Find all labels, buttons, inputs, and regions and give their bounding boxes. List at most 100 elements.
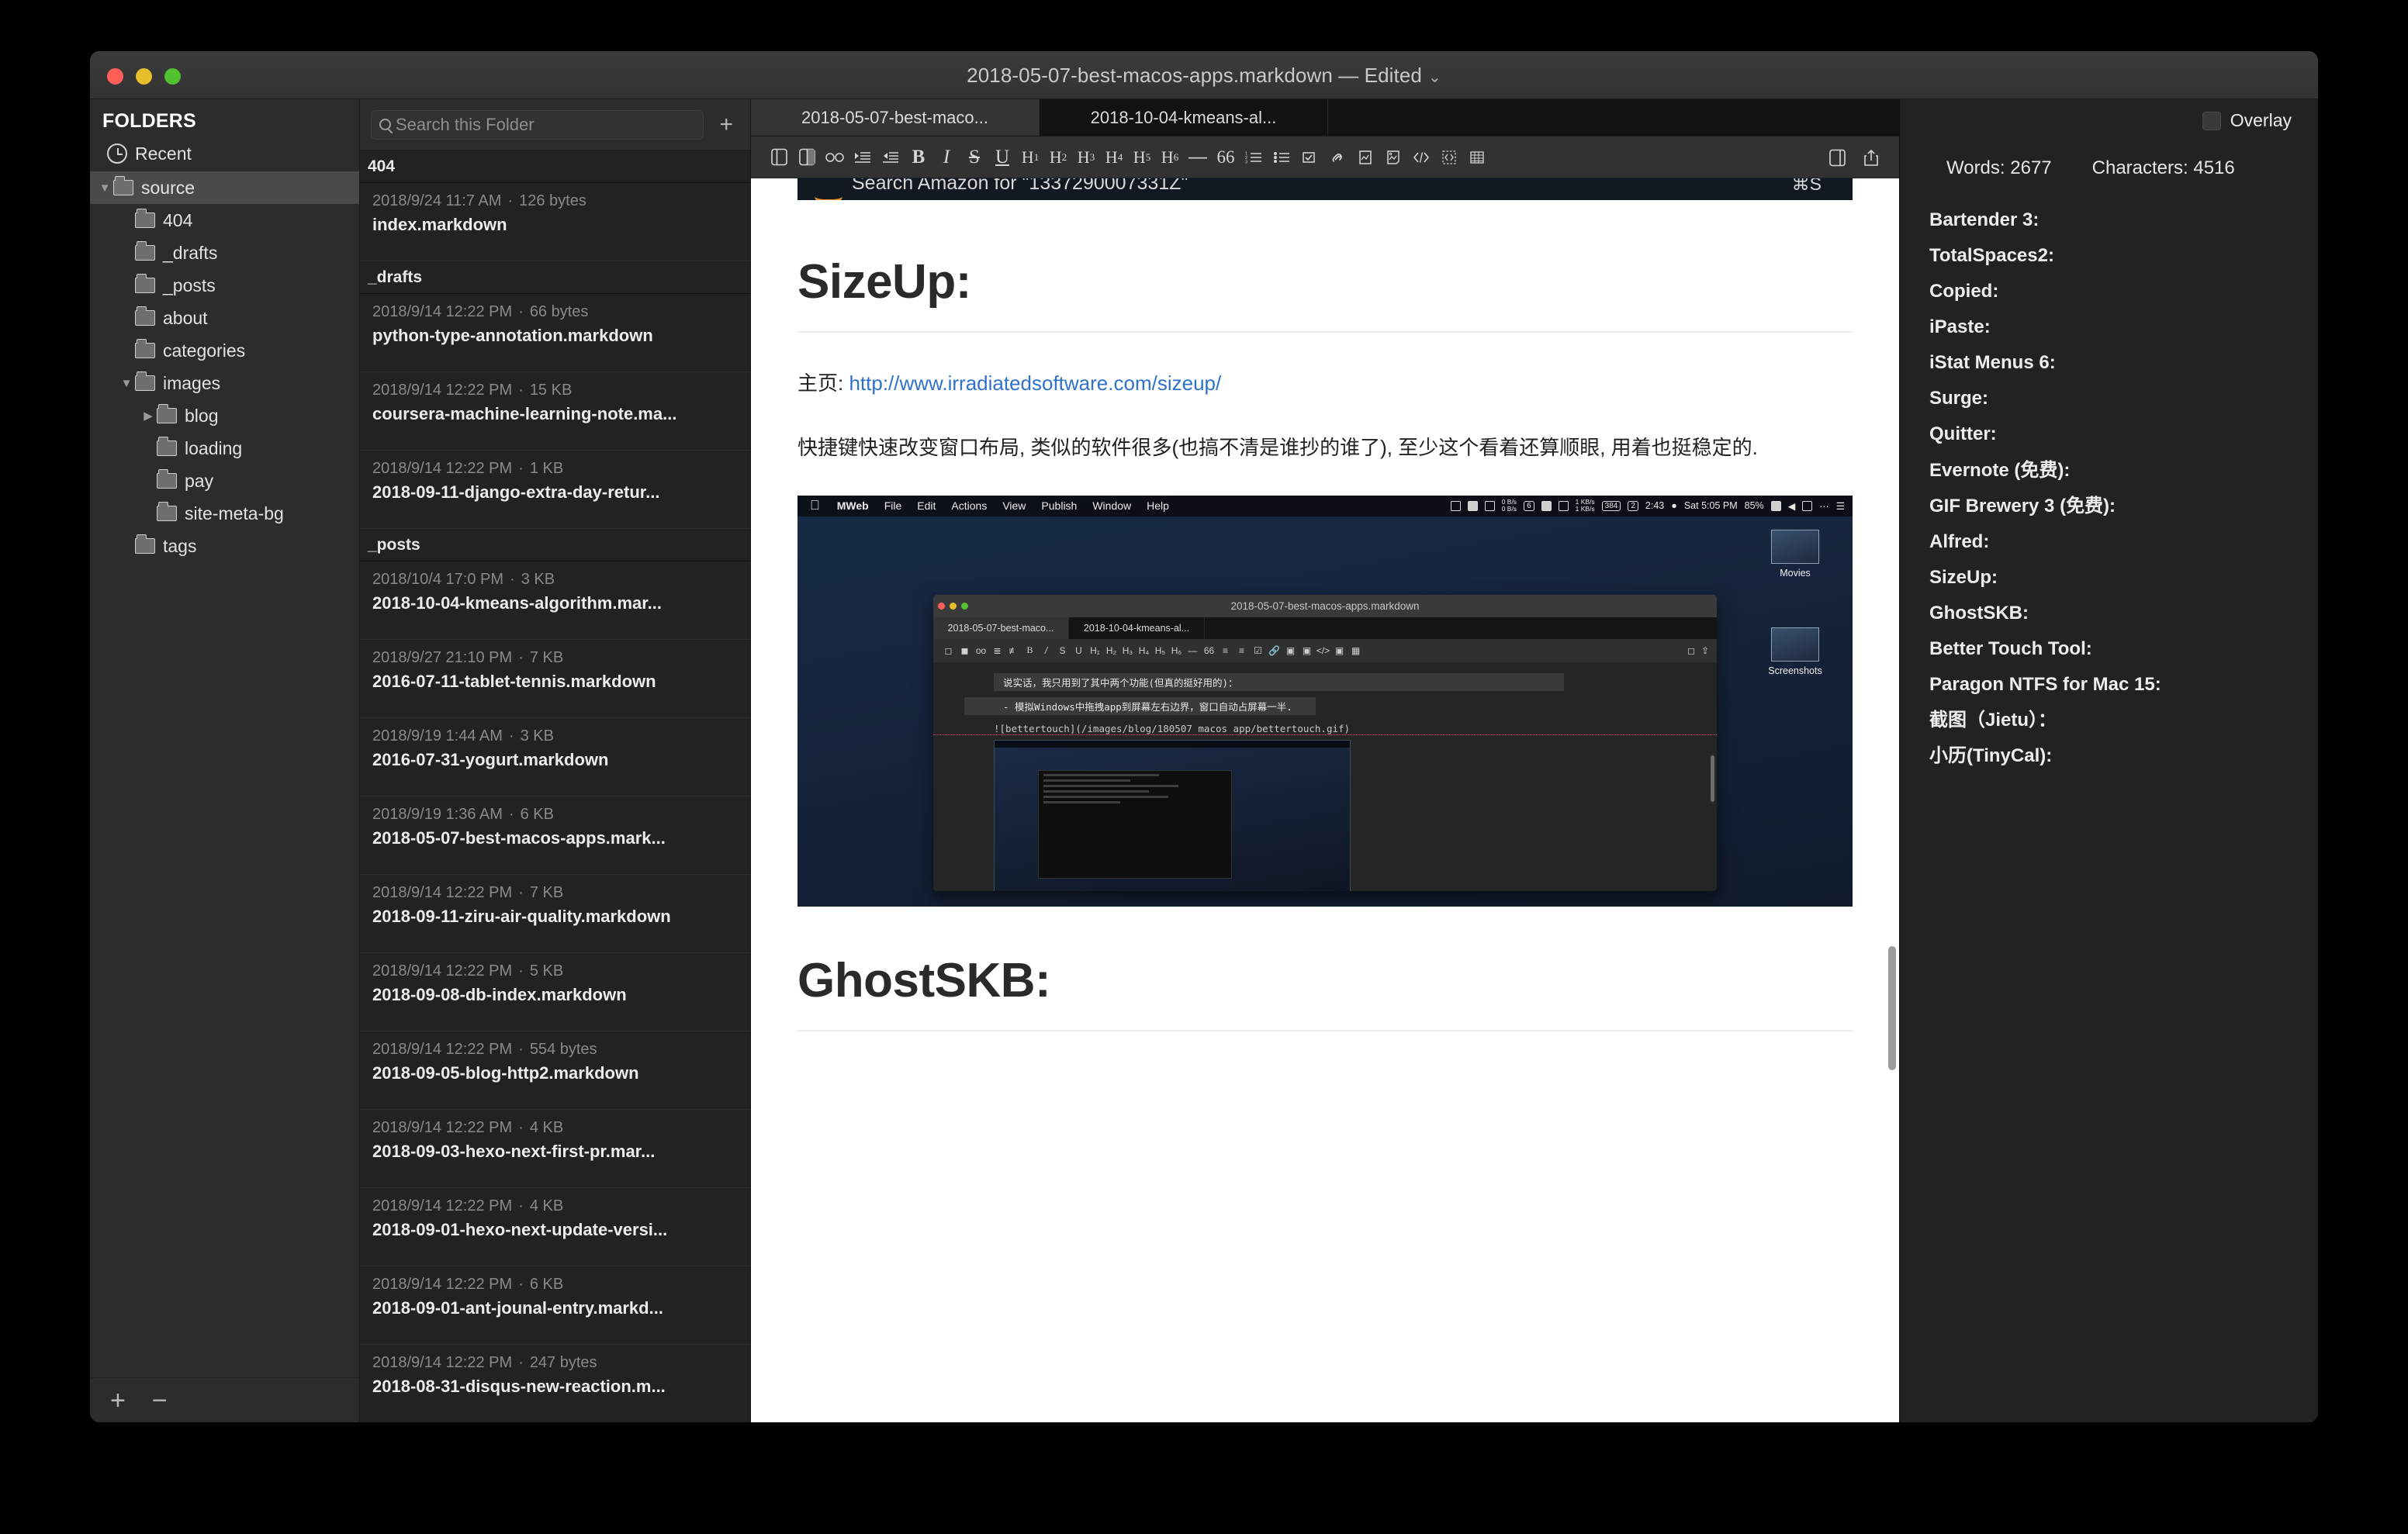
task-list-icon[interactable] bbox=[1296, 143, 1323, 171]
menubar-item-view: View bbox=[992, 499, 1026, 513]
document-outline[interactable]: Bartender 3: TotalSpaces2: Copied: iPaste: i… bbox=[1900, 202, 2318, 774]
indent-decrease-icon[interactable] bbox=[877, 143, 905, 171]
chevron-down-icon[interactable]: ▼ bbox=[118, 377, 135, 390]
code-block-icon[interactable] bbox=[1435, 143, 1463, 171]
share-icon[interactable] bbox=[1857, 143, 1885, 171]
document-tabbar[interactable]: 2018-05-07-best-maco... 2018-10-04-kmeans… bbox=[751, 99, 1899, 136]
sidebar-item--drafts[interactable]: · _drafts bbox=[90, 237, 359, 269]
file-size: 126 bytes bbox=[519, 192, 586, 209]
nested-hr-icon: — bbox=[1188, 644, 1198, 656]
sidebar-item-loading[interactable]: · loading bbox=[90, 432, 359, 465]
remove-folder-button[interactable]: − bbox=[152, 1387, 168, 1414]
nested-scrollbar[interactable] bbox=[1711, 755, 1714, 802]
sidebar-item-blog[interactable]: ▶ blog bbox=[90, 399, 359, 432]
link-icon[interactable] bbox=[1323, 143, 1351, 171]
italic-icon[interactable]: I bbox=[932, 143, 960, 171]
file-list-item[interactable]: 2018/9/19 1:44 AM · 3 KB 2016-07-31-yogurt.… bbox=[360, 718, 750, 796]
format-toolbar[interactable]: B I S U H1 H2 H3 H4 H5 H6 — 66 123 bbox=[751, 136, 1899, 178]
outline-item[interactable]: Bartender 3: bbox=[1929, 202, 2318, 238]
file-list-item[interactable]: 2018/9/14 12:22 PM · 1 KB 2018-09-11-django… bbox=[360, 451, 750, 529]
toolbar-left-group[interactable]: B I S U H1 H2 H3 H4 H5 H6 — 66 123 bbox=[765, 143, 1491, 171]
homepage-link[interactable]: http://www.irradiatedsoftware.com/sizeup… bbox=[849, 371, 1221, 395]
heading2-icon[interactable]: H2 bbox=[1044, 143, 1072, 171]
strikethrough-icon[interactable]: S bbox=[960, 143, 988, 171]
image-icon[interactable] bbox=[1351, 143, 1379, 171]
editor-scrollbar[interactable] bbox=[1888, 946, 1896, 1070]
horizontal-rule-icon[interactable]: — bbox=[1184, 143, 1212, 171]
heading3-icon[interactable]: H3 bbox=[1072, 143, 1100, 171]
indent-increase-icon[interactable] bbox=[849, 143, 877, 171]
sidebar-item-pay[interactable]: · pay bbox=[90, 465, 359, 497]
outline-item[interactable]: Copied: bbox=[1929, 274, 2318, 309]
file-group-header: _posts bbox=[360, 529, 750, 561]
file-list-item[interactable]: 2018/9/14 12:22 PM · 247 bytes 2018-08-31-d… bbox=[360, 1345, 750, 1422]
file-list-item[interactable]: 2018/10/4 17:0 PM · 3 KB 2018-10-04-kmeans-… bbox=[360, 561, 750, 640]
toolbar-right-group[interactable] bbox=[1823, 136, 1885, 178]
search-input[interactable]: Search this Folder bbox=[371, 109, 704, 140]
quote-icon[interactable]: 66 bbox=[1212, 143, 1240, 171]
heading5-icon[interactable]: H5 bbox=[1128, 143, 1156, 171]
sidebar-item-images[interactable]: ▼ images bbox=[90, 367, 359, 399]
outline-item[interactable]: Quitter: bbox=[1929, 416, 2318, 452]
outline-item[interactable]: iPaste: bbox=[1929, 309, 2318, 345]
sidebar-item-source[interactable]: ▼ source bbox=[90, 171, 359, 204]
chevron-down-icon[interactable]: ▼ bbox=[96, 181, 113, 195]
code-icon[interactable] bbox=[1407, 143, 1435, 171]
split-view-icon[interactable] bbox=[793, 143, 821, 171]
image-note-icon[interactable] bbox=[1379, 143, 1407, 171]
file-list-item[interactable]: 2018/9/14 12:22 PM · 4 KB 2018-09-03-hexo-n… bbox=[360, 1110, 750, 1188]
sidebar-item-404[interactable]: · 404 bbox=[90, 204, 359, 237]
outline-item[interactable]: SizeUp: bbox=[1929, 560, 2318, 596]
file-list-item[interactable]: 2018/9/14 12:22 PM · 7 KB 2018-09-11-ziru-a… bbox=[360, 875, 750, 953]
heading6-icon[interactable]: H6 bbox=[1156, 143, 1184, 171]
file-list-item[interactable]: 2018/9/14 12:22 PM · 554 bytes 2018-09-05-b… bbox=[360, 1031, 750, 1110]
file-list-item[interactable]: 2018/9/19 1:36 AM · 6 KB 2018-05-07-best-ma… bbox=[360, 796, 750, 875]
document-tab[interactable]: 2018-05-07-best-maco... bbox=[751, 99, 1040, 136]
outline-item[interactable]: GIF Brewery 3 (免费): bbox=[1929, 489, 2318, 524]
glasses-icon[interactable] bbox=[821, 143, 849, 171]
file-list-item[interactable]: 2018/9/27 21:10 PM · 7 KB 2016-07-11-tablet… bbox=[360, 640, 750, 718]
file-list-item[interactable]: 2018/9/14 12:22 PM · 5 KB 2018-09-08-db-ind… bbox=[360, 953, 750, 1031]
sidebar-item-categories[interactable]: · categories bbox=[90, 334, 359, 367]
sidebar-item-site-meta-bg[interactable]: · site-meta-bg bbox=[90, 497, 359, 530]
file-list-item[interactable]: 2018/9/14 12:22 PM · 15 KB coursera-machine… bbox=[360, 372, 750, 451]
outline-item[interactable]: Alfred: bbox=[1929, 524, 2318, 560]
inspector-toggle-icon[interactable] bbox=[1823, 143, 1851, 171]
add-document-button[interactable]: + bbox=[713, 112, 739, 138]
file-list-item[interactable]: 2018/9/14 12:22 PM · 66 bytes python-type-a… bbox=[360, 294, 750, 372]
chevron-right-icon[interactable]: ▶ bbox=[140, 409, 157, 423]
document-preview[interactable]: Search Amazon for "1337290007331Z" ⌘S Si… bbox=[751, 178, 1899, 1422]
outline-item[interactable]: Better Touch Tool: bbox=[1929, 631, 2318, 667]
sidebar-item-about[interactable]: · about bbox=[90, 302, 359, 334]
outline-item[interactable]: Evernote (免费): bbox=[1929, 453, 2318, 489]
file-list-item[interactable]: 2018/9/24 11:7 AM · 126 bytes index.markdow… bbox=[360, 183, 750, 261]
file-list-item[interactable]: 2018/9/14 12:22 PM · 6 KB 2018-09-01-ant-jo… bbox=[360, 1266, 750, 1345]
table-icon[interactable] bbox=[1463, 143, 1491, 171]
outline-item[interactable]: 小历(TinyCal): bbox=[1929, 738, 2318, 774]
overlay-checkbox[interactable] bbox=[2202, 111, 2221, 130]
file-list[interactable]: 404 2018/9/24 11:7 AM · 126 bytes index.mark… bbox=[360, 150, 750, 1422]
ordered-list-icon[interactable]: 123 bbox=[1240, 143, 1268, 171]
file-list-item[interactable]: 2018/9/14 12:22 PM · 4 KB 2018-09-01-hexo-n… bbox=[360, 1188, 750, 1266]
outline-item[interactable]: TotalSpaces2: bbox=[1929, 238, 2318, 274]
underline-icon[interactable]: U bbox=[988, 143, 1016, 171]
heading1-icon[interactable]: H1 bbox=[1016, 143, 1044, 171]
outline-item[interactable]: Paragon NTFS for Mac 15: bbox=[1929, 667, 2318, 703]
outline-item[interactable]: GhostSKB: bbox=[1929, 596, 2318, 631]
outline-item[interactable]: Surge: bbox=[1929, 381, 2318, 416]
add-folder-button[interactable]: + bbox=[110, 1387, 126, 1414]
sidebar-item-recent[interactable]: Recent bbox=[90, 137, 359, 170]
sidebar-item-tags[interactable]: · tags bbox=[90, 530, 359, 562]
sidebar-item--posts[interactable]: · _posts bbox=[90, 269, 359, 302]
sidebar-toggle-icon[interactable] bbox=[765, 143, 793, 171]
search-icon bbox=[379, 119, 391, 130]
heading4-icon[interactable]: H4 bbox=[1100, 143, 1128, 171]
document-tab[interactable]: 2018-10-04-kmeans-al... bbox=[1040, 99, 1328, 136]
file-name: 2018-10-04-kmeans-algorithm.mar... bbox=[372, 593, 662, 613]
outline-item[interactable]: iStat Menus 6: bbox=[1929, 345, 2318, 381]
bold-icon[interactable]: B bbox=[905, 143, 932, 171]
outline-item[interactable]: 截图（Jietu）： bbox=[1929, 703, 2318, 738]
overlay-toggle-row[interactable]: Overlay bbox=[1900, 99, 2318, 131]
chevron-down-icon[interactable]: ⌄ bbox=[1428, 69, 1441, 86]
unordered-list-icon[interactable] bbox=[1268, 143, 1296, 171]
